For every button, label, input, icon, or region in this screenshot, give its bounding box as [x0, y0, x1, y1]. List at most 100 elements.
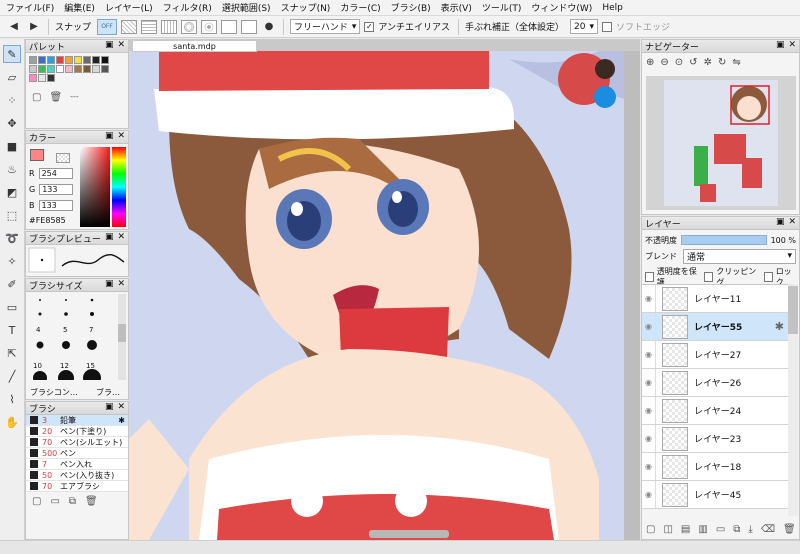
palette-swatch[interactable]: [29, 56, 37, 64]
lasso-tool-icon[interactable]: ➰: [3, 229, 21, 247]
menu-brush[interactable]: ブラシ(B): [391, 1, 431, 14]
palette-swatch[interactable]: [83, 65, 91, 73]
palette-swatch[interactable]: [74, 56, 82, 64]
close-icon[interactable]: ✕: [117, 131, 125, 141]
layer-row[interactable]: ◉ レイヤー45: [642, 481, 788, 509]
fill-tool-icon[interactable]: ■: [3, 137, 21, 155]
palette-swatch[interactable]: [56, 56, 64, 64]
menu-view[interactable]: 表示(V): [441, 1, 472, 14]
layer-row[interactable]: ◉ レイヤー18: [642, 453, 788, 481]
divide-tool-icon[interactable]: ╱: [3, 367, 21, 385]
select-pen-icon[interactable]: ✐: [3, 275, 21, 293]
snap-radial-icon[interactable]: [181, 19, 198, 34]
gear-icon[interactable]: ✱: [118, 416, 125, 425]
palette-swatch[interactable]: [65, 56, 73, 64]
clipping-checkbox[interactable]: [704, 272, 714, 282]
document-tab[interactable]: santa.mdp: [132, 40, 257, 52]
palette-swatch[interactable]: [38, 65, 46, 73]
snap-parallel-icon[interactable]: [121, 19, 138, 34]
close-icon[interactable]: ✕: [117, 40, 125, 50]
artwork[interactable]: [129, 39, 640, 540]
palette-swatch[interactable]: [38, 74, 46, 82]
brush-item[interactable]: 7 ペン入れ: [26, 459, 128, 470]
palette-swatch[interactable]: [101, 65, 109, 73]
copy-icon[interactable]: ⧉: [69, 496, 76, 507]
flip-icon[interactable]: ⇋: [732, 57, 740, 68]
menu-selection[interactable]: 選択範囲(S): [222, 1, 271, 14]
lock-checkbox[interactable]: [763, 272, 773, 282]
select-tool-icon[interactable]: ⬚: [3, 206, 21, 224]
dot-tool-icon[interactable]: ⁘: [3, 91, 21, 109]
float-icon[interactable]: ▣: [105, 40, 114, 50]
move-tool-icon[interactable]: ✥: [3, 114, 21, 132]
eye-icon[interactable]: ◉: [642, 453, 656, 480]
palette-swatch[interactable]: [29, 74, 37, 82]
antialias-checkbox[interactable]: ✓: [364, 21, 375, 32]
zoom-fit-icon[interactable]: ⊙: [675, 57, 683, 68]
palette-swatch[interactable]: [74, 65, 82, 73]
soft-edge-checkbox[interactable]: [602, 21, 613, 32]
reset-rotation-icon[interactable]: ✲: [704, 57, 712, 68]
palette-swatch[interactable]: [29, 65, 37, 73]
palette-swatch[interactable]: [65, 65, 73, 73]
brush-control-button[interactable]: ブラシコン…: [30, 387, 78, 398]
brush-size-scrollbar[interactable]: [118, 294, 126, 380]
trash-icon[interactable]: 🗑: [85, 496, 98, 507]
snap-cross-icon[interactable]: [141, 19, 158, 34]
layer-row[interactable]: ◉ レイヤー11: [642, 285, 788, 313]
operation-tool-icon[interactable]: ⇱: [3, 344, 21, 362]
brush-item[interactable]: 20 ペン(下塗り): [26, 426, 128, 437]
menu-layer[interactable]: レイヤー(L): [105, 1, 153, 14]
g-value[interactable]: 133: [39, 184, 74, 195]
layer-row[interactable]: ◉ レイヤー24: [642, 397, 788, 425]
canvas-h-scrollbar[interactable]: [369, 530, 449, 538]
duplicate-layer-icon[interactable]: ⧉: [733, 524, 740, 535]
menu-file[interactable]: ファイル(F): [6, 1, 54, 14]
trash-icon[interactable]: 🗑: [49, 92, 62, 103]
close-icon[interactable]: ✕: [117, 402, 125, 412]
navigator-preview[interactable]: [646, 76, 796, 210]
folder-icon[interactable]: ▭: [50, 496, 59, 507]
trash-icon[interactable]: 🗑: [783, 524, 796, 535]
magic-wand-icon[interactable]: ✧: [3, 252, 21, 270]
zoom-out-icon[interactable]: ⊖: [660, 57, 668, 68]
new-8bit-layer-icon[interactable]: ▤: [681, 524, 690, 535]
layer-scrollbar[interactable]: [788, 284, 798, 516]
menu-color[interactable]: カラー(C): [340, 1, 380, 14]
palette-swatch[interactable]: [38, 56, 46, 64]
eye-icon[interactable]: ◉: [642, 397, 656, 424]
layer-row[interactable]: ◉ レイヤー27: [642, 341, 788, 369]
menu-filter[interactable]: フィルタ(R): [163, 1, 212, 14]
snap-vanish-icon[interactable]: [241, 19, 258, 34]
zoom-in-icon[interactable]: ⊕: [646, 57, 654, 68]
layer-row[interactable]: ◉ レイヤー26: [642, 369, 788, 397]
snap-curve-icon[interactable]: [221, 19, 238, 34]
bucket-tool-icon[interactable]: ♨: [3, 160, 21, 178]
palette-swatch[interactable]: [47, 56, 55, 64]
brush-item[interactable]: 500 ペン: [26, 448, 128, 459]
next-icon[interactable]: ▶: [26, 19, 42, 35]
float-icon[interactable]: ▣: [776, 40, 785, 50]
saturation-value-picker[interactable]: [80, 147, 110, 227]
opacity-slider[interactable]: [681, 235, 767, 245]
palette-swatch[interactable]: [83, 56, 91, 64]
eye-icon[interactable]: ◉: [642, 369, 656, 396]
menu-edit[interactable]: 編集(E): [64, 1, 95, 14]
eye-icon[interactable]: ◉: [642, 425, 656, 452]
current-color-swatch[interactable]: [30, 149, 44, 161]
b-value[interactable]: 133: [38, 200, 73, 211]
palette-swatch[interactable]: [92, 65, 100, 73]
eraser-tool-icon[interactable]: ▱: [3, 68, 21, 86]
text-tool-icon[interactable]: T: [3, 321, 21, 339]
snap-off-button[interactable]: OFF: [97, 18, 118, 35]
pen-tool-icon[interactable]: ✎: [3, 45, 21, 63]
palette-swatch[interactable]: [47, 74, 55, 82]
new-page-icon[interactable]: ▢: [32, 92, 41, 103]
eye-icon[interactable]: ◉: [642, 313, 656, 340]
prev-icon[interactable]: ◀: [6, 19, 22, 35]
blend-select[interactable]: 通常 ▾: [683, 248, 796, 264]
new-1bit-layer-icon[interactable]: ▥: [698, 524, 707, 535]
brush-item[interactable]: 3 鉛筆 ✱: [26, 415, 128, 426]
float-icon[interactable]: ▣: [105, 131, 114, 141]
close-icon[interactable]: ✕: [117, 279, 125, 289]
